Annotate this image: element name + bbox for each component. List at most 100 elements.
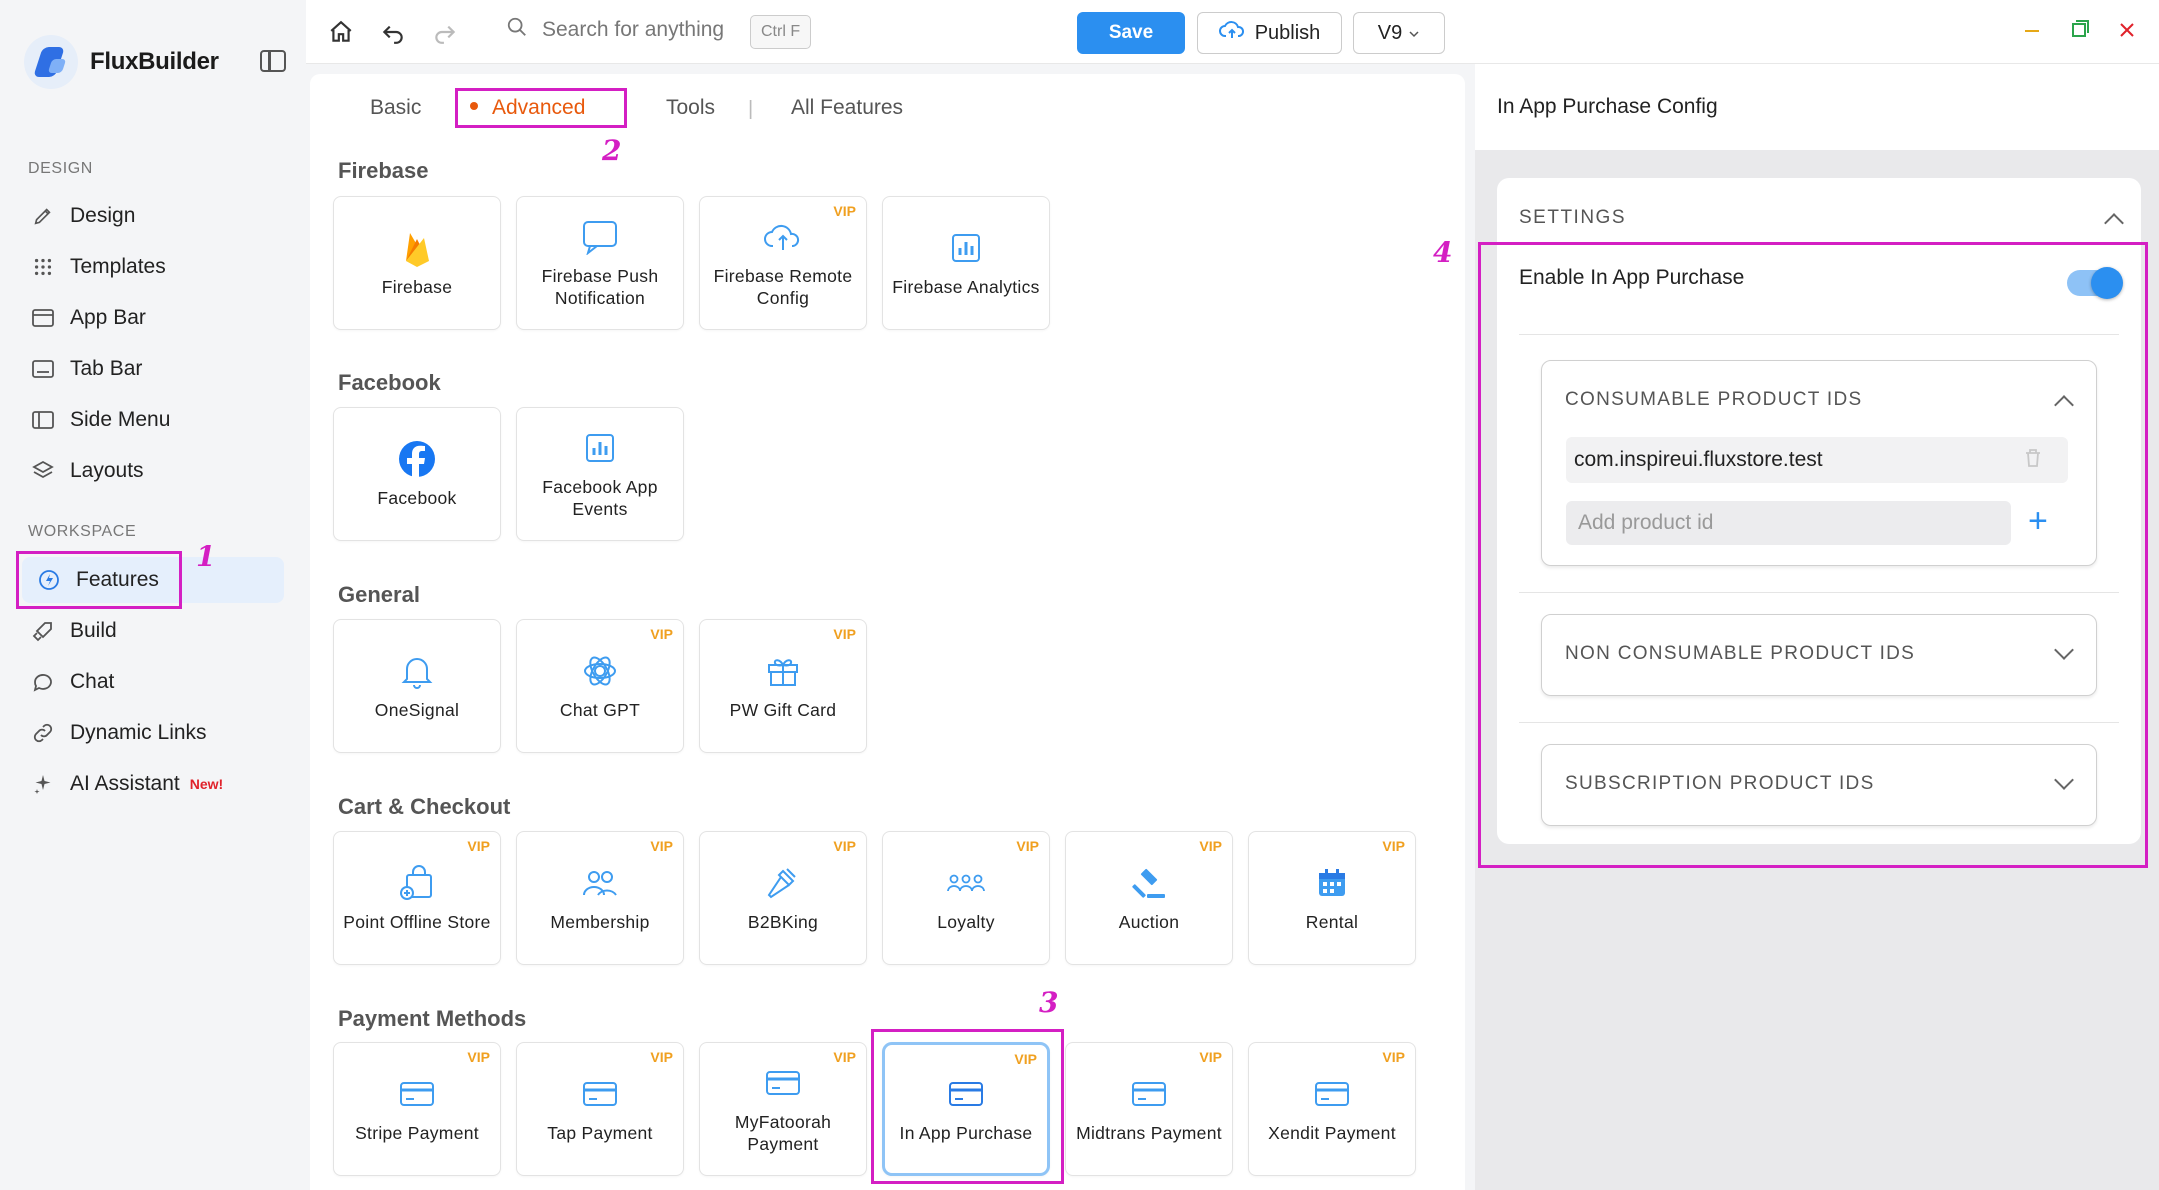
calendar-icon [1312, 863, 1352, 903]
redo-icon[interactable] [430, 17, 460, 47]
card-label: Auction [1118, 912, 1180, 932]
card-label: Loyalty [937, 912, 995, 932]
feature-card-facebook-app-events[interactable]: Facebook App Events [516, 407, 684, 541]
feature-card-midtrans-payment[interactable]: VIP Midtrans Payment [1065, 1042, 1233, 1176]
card-label: PW Gift Card [729, 700, 837, 720]
sidebar-item-chat[interactable]: Chat [30, 659, 284, 705]
card-label: Midtrans Payment [1076, 1123, 1222, 1143]
card-label: Firebase Analytics [892, 277, 1040, 297]
sidebar-item-tab-bar[interactable]: Tab Bar [30, 346, 284, 392]
feature-card-chat-gpt[interactable]: VIP Chat GPT [516, 619, 684, 753]
group-title-facebook: Facebook [338, 370, 441, 395]
group-title-payment-methods: Payment Methods [338, 1006, 527, 1031]
sidebar-item-label: Templates [70, 255, 166, 278]
version-dropdown[interactable]: V9 [1353, 12, 1445, 54]
feature-card-tap-payment[interactable]: VIP Tap Payment [516, 1042, 684, 1176]
sidebar-item-layouts[interactable]: Layouts [30, 448, 284, 494]
vip-badge: VIP [1199, 838, 1222, 854]
feature-card-firebase-push[interactable]: Firebase Push Notification [516, 196, 684, 330]
sidebar-item-label: Layouts [70, 459, 144, 482]
chevron-down-icon [1408, 22, 1420, 45]
sidebar-item-label: App Bar [70, 306, 146, 329]
card-icon [397, 1074, 437, 1114]
sidebar-item-build[interactable]: Build [30, 608, 284, 654]
sidebar-item-templates[interactable]: Templates [30, 244, 284, 290]
feature-card-myfatoorah-payment[interactable]: VIP MyFatoorah Payment [699, 1042, 867, 1176]
card-label: Point Offline Store [343, 912, 491, 932]
vip-badge: VIP [1016, 838, 1039, 854]
close-icon[interactable] [2118, 18, 2136, 46]
analytics-icon [946, 228, 986, 268]
app-name: FluxBuilder [90, 48, 219, 75]
card-label: Membership [550, 912, 650, 932]
card-label: B2BKing [747, 912, 819, 932]
sidebar-toggle-icon[interactable] [260, 50, 286, 72]
rocket-icon [30, 618, 56, 644]
tab-tools[interactable]: Tools [666, 96, 715, 120]
sparkle-icon [30, 771, 56, 797]
gavel-icon [1129, 863, 1169, 903]
card-label: Stripe Payment [355, 1123, 479, 1143]
card-label: Tap Payment [547, 1123, 653, 1143]
tab-basic[interactable]: Basic [370, 96, 421, 120]
feature-card-membership[interactable]: VIP Membership [516, 831, 684, 965]
side-menu-icon [30, 407, 56, 433]
sidebar-item-app-bar[interactable]: App Bar [30, 295, 284, 341]
chat-icon [30, 669, 56, 695]
feature-card-facebook[interactable]: Facebook [333, 407, 501, 541]
sidebar-item-dynamic-links[interactable]: Dynamic Links [30, 710, 284, 756]
card-label: Firebase [381, 277, 453, 297]
group-icon [946, 863, 986, 903]
version-label: V9 [1377, 21, 1403, 44]
feature-card-firebase[interactable]: Firebase [333, 196, 501, 330]
annotation-number-4: 4 [1433, 236, 1453, 269]
search-bar[interactable]: Search for anything [506, 16, 724, 44]
feature-card-firebase-analytics[interactable]: Firebase Analytics [882, 196, 1050, 330]
card-label: Facebook [377, 488, 457, 508]
publish-button[interactable]: Publish [1197, 12, 1342, 54]
maximize-icon[interactable] [2070, 18, 2090, 46]
publish-label: Publish [1254, 21, 1321, 44]
sidebar-item-ai-assistant[interactable]: AI Assistant New! [30, 761, 284, 807]
annotation-number-1: 1 [196, 540, 216, 573]
feature-card-loyalty[interactable]: VIP Loyalty [882, 831, 1050, 965]
sidebar-item-label: Tab Bar [70, 357, 143, 380]
settings-label: SETTINGS [1519, 207, 1627, 228]
feature-card-stripe-payment[interactable]: VIP Stripe Payment [333, 1042, 501, 1176]
search-icon [506, 16, 542, 44]
feature-card-xendit-payment[interactable]: VIP Xendit Payment [1248, 1042, 1416, 1176]
vip-badge: VIP [467, 838, 490, 854]
feature-card-firebase-remote-config[interactable]: VIP Firebase Remote Config [699, 196, 867, 330]
feature-card-auction[interactable]: VIP Auction [1065, 831, 1233, 965]
sidebar-item-side-menu[interactable]: Side Menu [30, 397, 284, 443]
feature-card-pw-gift-card[interactable]: VIP PW Gift Card [699, 619, 867, 753]
sidebar-item-label: Build [70, 619, 117, 642]
grid-icon [30, 254, 56, 280]
undo-icon[interactable] [378, 17, 408, 47]
vip-badge: VIP [833, 838, 856, 854]
card-label: OneSignal [374, 700, 460, 720]
card-label: Xendit Payment [1268, 1123, 1396, 1143]
gift-icon [763, 651, 803, 691]
card-label: MyFatoorah Payment [734, 1112, 832, 1154]
chevron-up-icon[interactable] [2104, 213, 2124, 233]
minimize-icon[interactable] [2023, 18, 2041, 46]
sidebar-item-design[interactable]: Design [30, 193, 284, 239]
tab-all-features[interactable]: All Features [791, 96, 903, 120]
vip-badge: VIP [833, 1049, 856, 1065]
group-title-firebase: Firebase [338, 158, 429, 183]
home-icon[interactable] [326, 17, 356, 47]
feature-card-onesignal[interactable]: OneSignal [333, 619, 501, 753]
feature-card-b2bking[interactable]: VIP B2BKing [699, 831, 867, 965]
feature-card-rental[interactable]: VIP Rental [1248, 831, 1416, 965]
save-button[interactable]: Save [1077, 12, 1185, 54]
message-icon [580, 217, 620, 257]
section-label-workspace: WORKSPACE [28, 523, 137, 540]
app-logo: FluxBuilder [24, 34, 286, 90]
vip-badge: VIP [467, 1049, 490, 1065]
sidebar-item-label: AI Assistant [70, 772, 180, 795]
annotation-number-3: 3 [1039, 986, 1059, 1019]
feature-card-point-offline-store[interactable]: VIP Point Offline Store [333, 831, 501, 965]
analytics-icon [580, 428, 620, 468]
features-panel: Basic Advanced Tools | All Features Fire… [310, 74, 1465, 1190]
